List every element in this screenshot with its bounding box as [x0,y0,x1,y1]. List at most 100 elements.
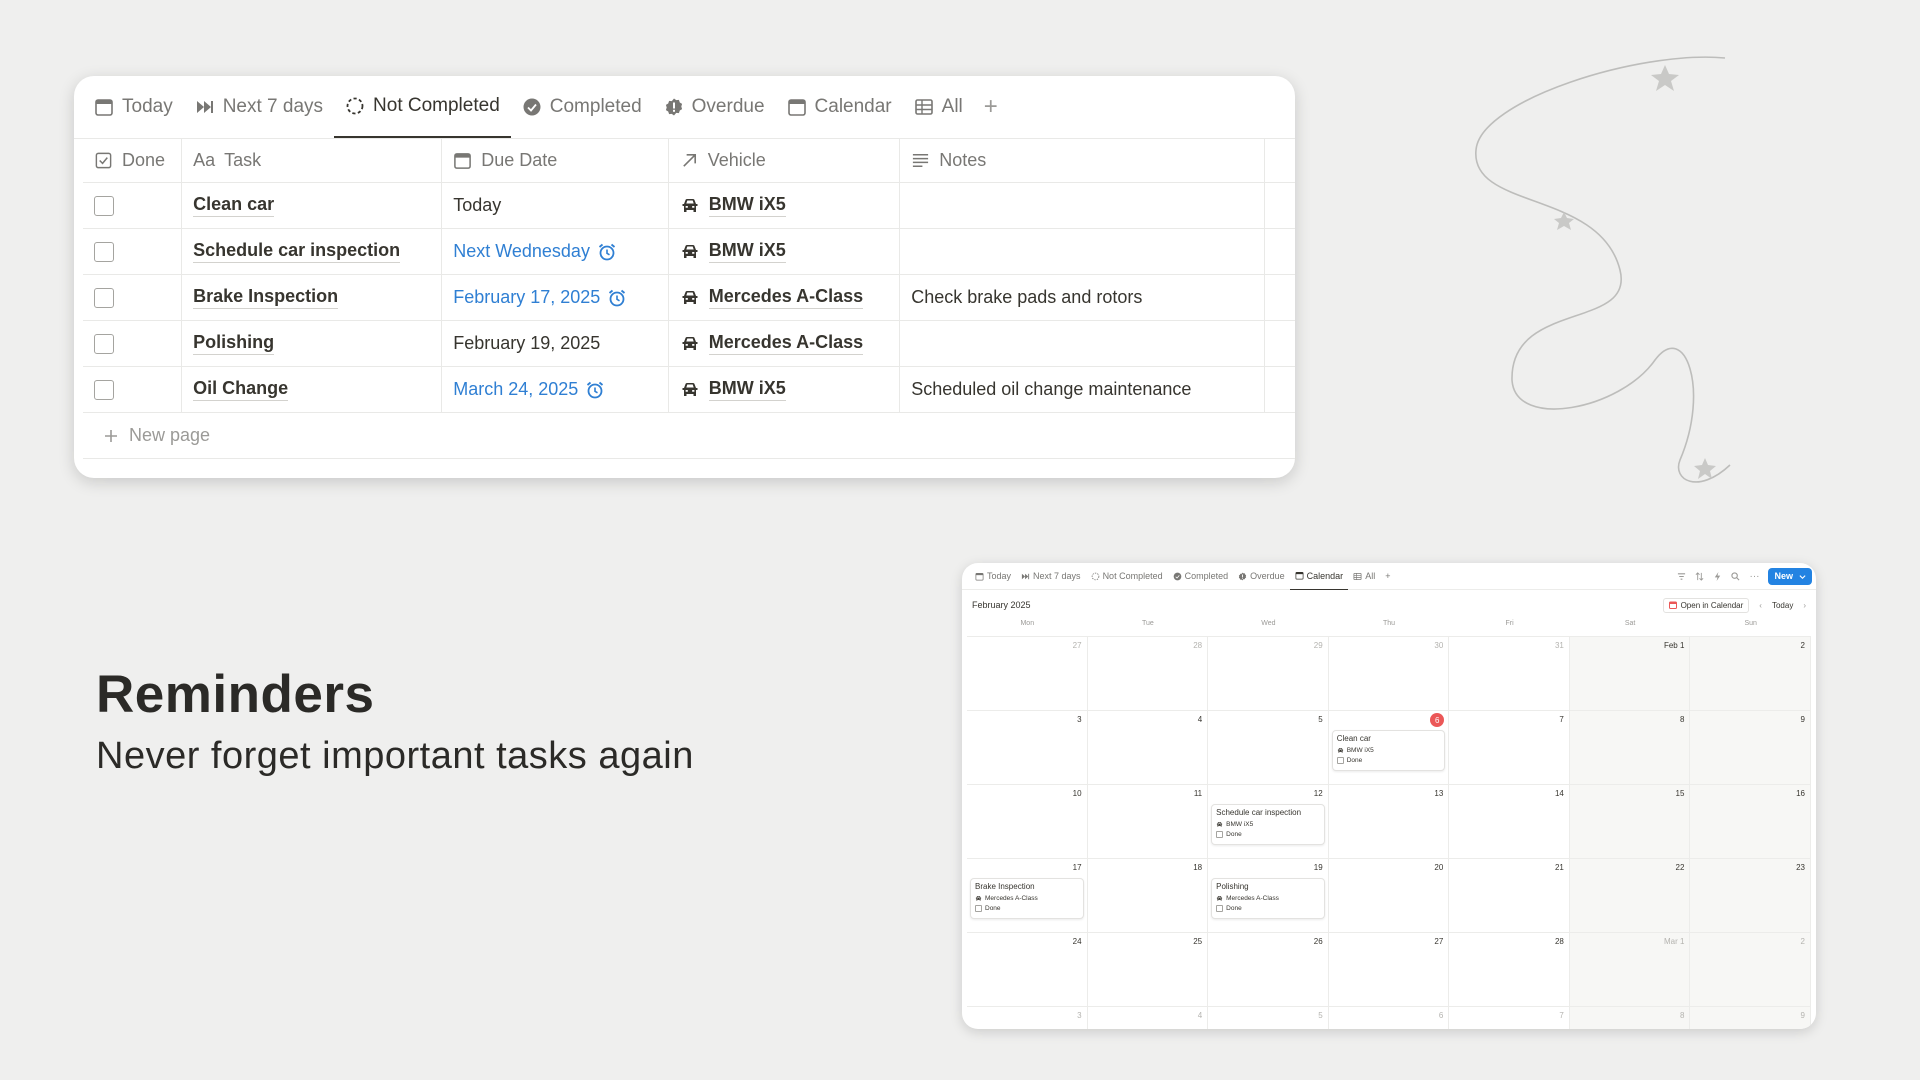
task-cell[interactable]: Schedule car inspection [182,229,443,274]
tab-next-7-days[interactable]: Next 7 days [184,76,334,138]
column-header-notes[interactable]: Notes [900,139,1266,182]
event-done-checkbox[interactable] [1336,757,1344,764]
new-page-button[interactable]: New page [83,413,1295,459]
notes-cell[interactable] [900,183,1266,228]
calendar-day[interactable]: 27 [1328,933,1450,1007]
vehicle-link[interactable]: BMW iX5 [708,240,786,263]
vehicle-link[interactable]: Mercedes A-Class [708,332,864,355]
calendar-day[interactable]: 16 [1690,785,1811,859]
tab-not-completed[interactable]: Not Completed [334,76,511,138]
notes-cell[interactable] [900,321,1266,366]
more-icon[interactable]: ··· [1749,571,1759,582]
column-header-due-date[interactable]: Due Date [442,139,669,182]
calendar-day[interactable]: 29 [1208,637,1329,711]
calendar-day[interactable]: 22 [1569,859,1691,933]
vehicle-cell[interactable]: BMW iX5 [669,229,901,274]
calendar-day[interactable]: 23 [1690,859,1811,933]
calendar-day[interactable]: 24 [967,933,1088,1007]
calendar-day[interactable]: 28 [1087,637,1209,711]
vehicle-cell[interactable]: BMW iX5 [669,183,901,228]
calendar-day[interactable]: Mar 1 [1569,933,1691,1007]
tab-all[interactable]: All [903,76,974,138]
vehicle-cell[interactable]: BMW iX5 [669,367,901,412]
cal-tab-calendar[interactable]: Calendar [1289,563,1349,590]
notes-cell[interactable] [900,229,1266,274]
due-date-cell[interactable]: Today [442,183,669,228]
tab-overdue[interactable]: Overdue [653,76,776,138]
calendar-day[interactable]: 9 [1690,1007,1811,1029]
calendar-event-card[interactable]: Polishing Mercedes A-Class Done [1211,878,1325,919]
due-date-cell[interactable]: March 24, 2025 [442,367,669,412]
calendar-day[interactable]: 26 [1208,933,1329,1007]
calendar-day[interactable]: 18 [1087,859,1209,933]
task-title[interactable]: Clean car [193,194,275,217]
new-button[interactable]: New [1768,567,1812,585]
calendar-day[interactable]: 19 Polishing Mercedes A-Class Done [1208,859,1329,933]
calendar-day[interactable]: 28 [1449,933,1570,1007]
task-title[interactable]: Schedule car inspection [193,240,401,263]
calendar-day[interactable]: 31 [1449,637,1570,711]
calendar-day[interactable]: 5 [1208,711,1329,785]
column-header-vehicle[interactable]: Vehicle [669,139,901,182]
calendar-day[interactable]: 6 [1329,1007,1450,1029]
tab-today[interactable]: Today [94,76,184,138]
column-header-add[interactable] [1265,139,1295,182]
calendar-day[interactable]: 7 [1449,711,1570,785]
vehicle-link[interactable]: BMW iX5 [708,378,786,401]
task-cell[interactable]: Brake Inspection [182,275,443,320]
task-title[interactable]: Polishing [193,332,275,355]
calendar-day[interactable]: 14 [1449,785,1570,859]
calendar-day[interactable]: Feb 1 [1569,637,1691,711]
task-cell[interactable]: Clean car [182,183,443,228]
calendar-day[interactable]: 9 [1690,711,1811,785]
calendar-day[interactable]: 25 [1087,933,1209,1007]
calendar-event-card[interactable]: Clean car BMW iX5 Done [1331,730,1446,771]
calendar-event-card[interactable]: Brake Inspection Mercedes A-Class Done [970,878,1084,919]
column-header-task[interactable]: Aa Task [182,139,443,182]
calendar-day[interactable]: 5 [1208,1007,1329,1029]
vehicle-link[interactable]: Mercedes A-Class [708,286,864,309]
search-icon[interactable] [1731,571,1740,581]
calendar-day[interactable]: 20 [1328,859,1450,933]
event-done-checkbox[interactable] [975,905,982,912]
calendar-day[interactable]: 27 [967,637,1088,711]
calendar-day[interactable]: 2 [1690,933,1811,1007]
calendar-event-card[interactable]: Schedule car inspection BMW iX5 Done [1211,804,1325,845]
cal-tab-completed[interactable]: Completed [1168,563,1234,590]
task-cell[interactable]: Oil Change [182,367,443,412]
due-date-cell[interactable]: Next Wednesday [442,229,669,274]
sort-icon[interactable] [1695,571,1704,581]
calendar-day[interactable]: 2 [1690,637,1811,711]
task-cell[interactable]: Polishing [182,321,443,366]
done-checkbox[interactable] [94,379,114,400]
done-checkbox[interactable] [94,333,114,354]
calendar-day[interactable]: 13 [1328,785,1450,859]
calendar-day[interactable]: 11 [1087,785,1209,859]
calendar-day[interactable]: 4 [1087,711,1209,785]
calendar-day[interactable]: 10 [967,785,1088,859]
cal-tab-next-7-days[interactable]: Next 7 days [1016,563,1086,590]
done-checkbox[interactable] [94,195,114,216]
notes-cell[interactable]: Scheduled oil change maintenance [900,367,1266,412]
cal-tab-overdue[interactable]: Overdue [1233,563,1290,590]
calendar-day[interactable]: 15 [1569,785,1691,859]
tab-completed[interactable]: Completed [511,76,653,138]
cal-tab-all[interactable]: All [1348,563,1380,590]
calendar-day[interactable]: 4 [1088,1007,1209,1029]
event-done-checkbox[interactable] [1216,905,1224,912]
calendar-day[interactable]: 8 [1569,711,1691,785]
filter-icon[interactable] [1677,572,1686,581]
due-date-cell[interactable]: February 17, 2025 [442,275,669,320]
task-title[interactable]: Oil Change [193,378,289,401]
vehicle-cell[interactable]: Mercedes A-Class [669,321,901,366]
vehicle-link[interactable]: BMW iX5 [708,194,786,217]
calendar-day[interactable]: 12 Schedule car inspection BMW iX5 Done [1208,785,1329,859]
calendar-day[interactable]: 8 [1569,1007,1691,1029]
open-in-calendar-button[interactable]: Open in Calendar [1662,597,1750,613]
calendar-day[interactable]: 3 [967,711,1088,785]
column-header-done[interactable]: Done [83,139,183,182]
calendar-day[interactable]: 6 Clean car BMW iX5 Done [1328,711,1450,785]
tab-calendar[interactable]: Calendar [776,76,903,138]
next-month-button[interactable]: › [1803,601,1806,610]
lightning-icon[interactable] [1713,571,1722,581]
